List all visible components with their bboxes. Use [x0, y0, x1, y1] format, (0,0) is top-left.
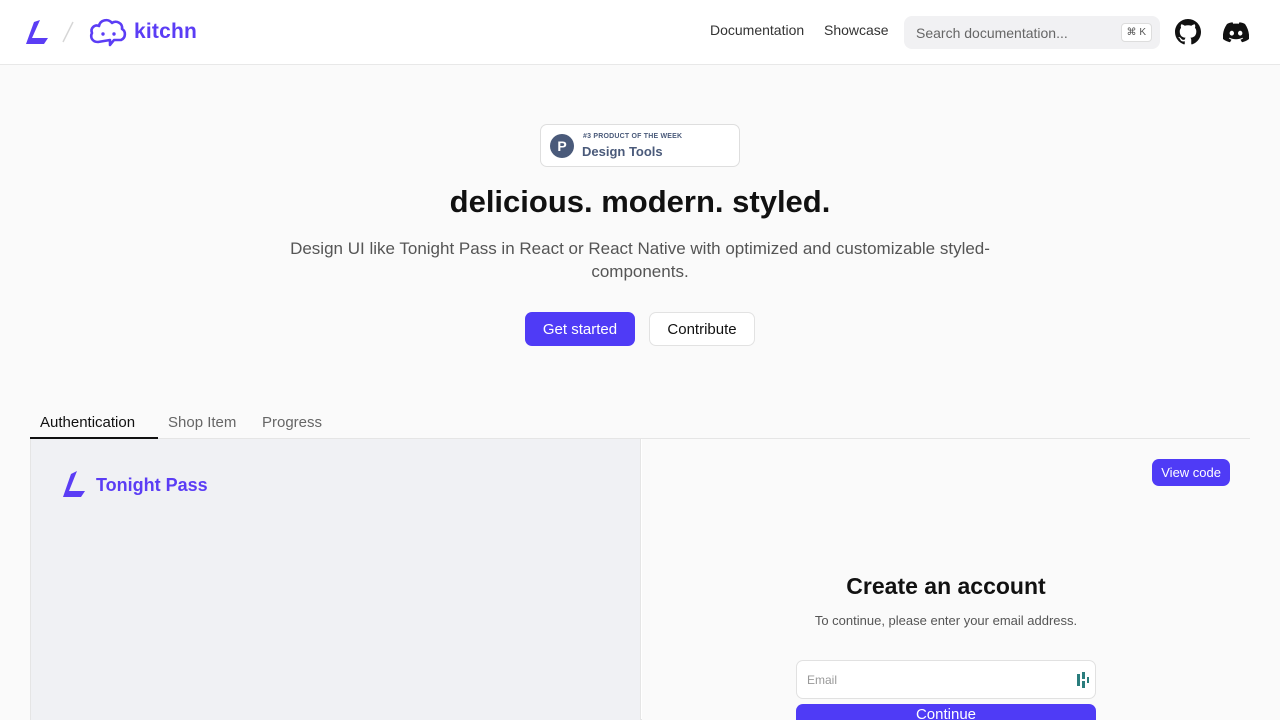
example-tabs: Authentication Shop Item Progress: [30, 404, 1250, 439]
preview-left-pane: Tonight Pass: [31, 439, 641, 720]
nav-documentation-link[interactable]: Documentation: [710, 22, 804, 38]
product-hunt-badge[interactable]: P #3 PRODUCT OF THE WEEK Design Tools: [540, 124, 740, 167]
slash-separator-icon: [62, 21, 74, 43]
preview-right-pane: View code Create an account To continue,…: [642, 439, 1250, 720]
shortcut-badge: ⌘ K: [1120, 23, 1152, 42]
discord-icon[interactable]: [1223, 21, 1249, 43]
top-nav: kitchn Documentation Showcase ⌘ K: [0, 0, 1280, 65]
continue-button[interactable]: Continue: [796, 704, 1096, 720]
kitchn-logo-icon[interactable]: [24, 18, 50, 46]
create-account-title: Create an account: [846, 573, 1046, 599]
get-started-button[interactable]: Get started: [525, 312, 635, 346]
github-icon[interactable]: [1175, 19, 1201, 45]
contribute-button[interactable]: Contribute: [649, 312, 755, 346]
cloud-logo-icon: [89, 18, 127, 47]
tonight-pass-brand: Tonight Pass: [96, 475, 208, 495]
create-account-subtitle: To continue, please enter your email add…: [814, 613, 1078, 628]
email-input[interactable]: [797, 661, 1057, 698]
view-code-button[interactable]: View code: [1152, 459, 1230, 486]
brand-link[interactable]: kitchn: [88, 16, 197, 48]
badge-title: Design Tools: [582, 144, 663, 159]
brand-name: kitchn: [134, 20, 198, 43]
badge-caption: #3 PRODUCT OF THE WEEK: [583, 133, 683, 140]
example-preview: Tonight Pass View code Create an account…: [30, 439, 1250, 720]
tab-shop-item[interactable]: Shop Item: [168, 414, 236, 431]
email-field-wrapper: [796, 660, 1096, 699]
nav-showcase-link[interactable]: Showcase: [824, 22, 889, 38]
tab-authentication[interactable]: Authentication: [40, 414, 135, 431]
search-input[interactable]: [904, 24, 1114, 41]
tonight-pass-logo-icon: [63, 471, 85, 497]
password-manager-icon[interactable]: [1077, 672, 1089, 688]
product-hunt-icon: P: [550, 134, 574, 158]
hero-subtitle: Design UI like Tonight Pass in React or …: [290, 239, 990, 281]
hero-title: delicious. modern. styled.: [449, 184, 831, 219]
search-box[interactable]: ⌘ K: [904, 16, 1160, 49]
tab-progress[interactable]: Progress: [262, 414, 322, 431]
